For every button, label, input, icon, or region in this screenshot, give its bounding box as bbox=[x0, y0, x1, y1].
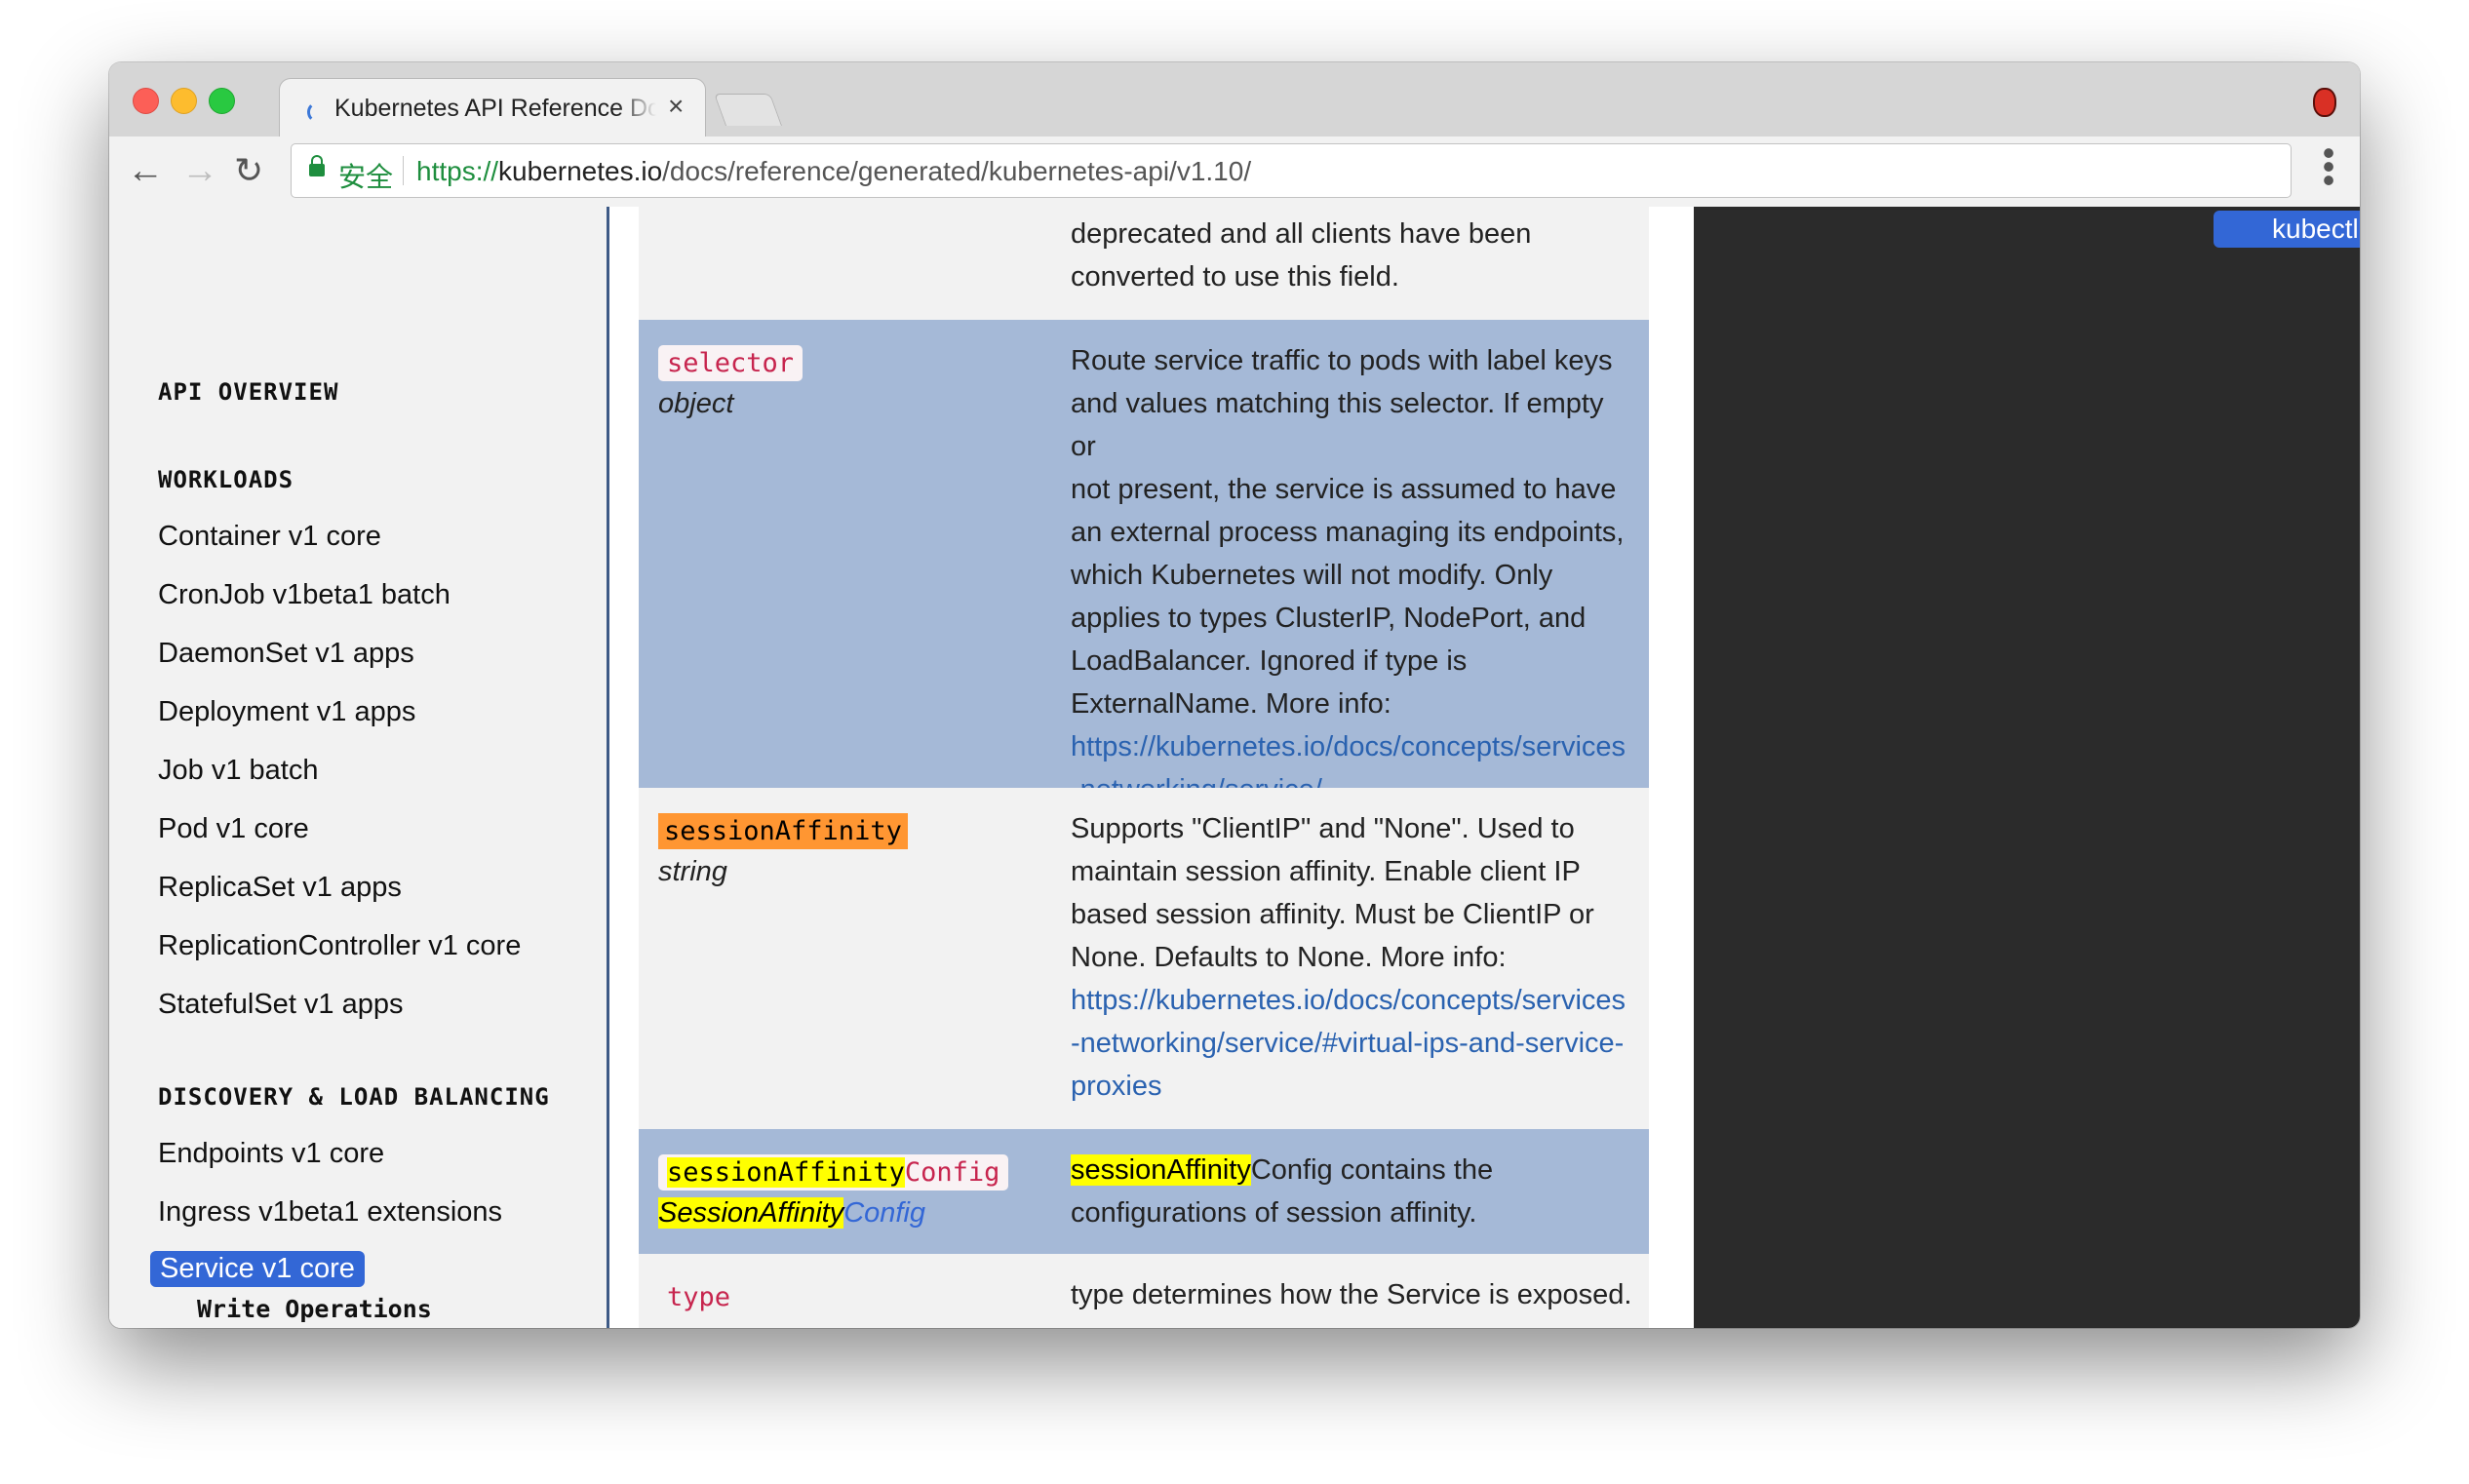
field-description: type determines how the Service is expos… bbox=[1071, 1273, 1636, 1316]
sidebar-item-statefulset[interactable]: StatefulSet v1 apps bbox=[158, 989, 404, 1021]
address-bar[interactable]: 安全 https://kubernetes.io/docs/reference/… bbox=[291, 143, 2292, 198]
sidebar-item-endpoints[interactable]: Endpoints v1 core bbox=[158, 1138, 384, 1170]
sidebar-item-service-active[interactable]: Service v1 core bbox=[150, 1251, 365, 1287]
field-description: sessionAffinityConfig contains the confi… bbox=[1071, 1149, 1636, 1234]
secure-label: 安全 bbox=[338, 162, 394, 192]
sidebar-item-daemonset[interactable]: DaemonSet v1 apps bbox=[158, 638, 414, 670]
description-line: not present, the service is assumed to h… bbox=[1071, 474, 1617, 505]
description-line: applies to types ClusterIP, NodePort, an… bbox=[1071, 603, 1587, 634]
url-scheme: https:// bbox=[416, 156, 499, 186]
description-line: ExternalName. More info: bbox=[1071, 688, 1391, 720]
description-line: based session affinity. Must be ClientIP… bbox=[1071, 899, 1594, 930]
field-name-session-affinity-config: sessionAffinityConfig bbox=[658, 1154, 1009, 1191]
sidebar-heading-workloads[interactable]: WORKLOADS bbox=[158, 466, 294, 493]
description-text: Config contains the bbox=[1250, 1154, 1494, 1186]
browser-toolbar: ← → ↻ 安全 https://kubernetes.io/docs/refe… bbox=[109, 136, 2360, 208]
search-highlight: SessionAffinity bbox=[658, 1197, 844, 1229]
extension-icon[interactable] bbox=[2313, 88, 2336, 117]
browser-tab[interactable]: Kubernetes API Reference Doc × bbox=[279, 78, 706, 139]
field-row-previous: deprecated and all clients have been con… bbox=[639, 207, 1649, 320]
description-line: configurations of session affinity. bbox=[1071, 1197, 1477, 1229]
description-line: sessionAffinityConfig contains the bbox=[1071, 1149, 1636, 1191]
loading-spinner-icon bbox=[307, 101, 329, 123]
maximize-window-button[interactable] bbox=[209, 88, 235, 114]
lock-icon bbox=[309, 155, 325, 176]
description-line: an external process managing its endpoin… bbox=[1071, 517, 1625, 548]
field-type: object bbox=[658, 388, 734, 419]
description-line: None. Defaults to None. More info: bbox=[1071, 942, 1507, 973]
tab-close-icon[interactable]: × bbox=[668, 91, 684, 122]
field-description: Supports "ClientIP" and "None". Used to … bbox=[1071, 807, 1636, 1108]
description-line: and values matching this selector. If em… bbox=[1071, 388, 1604, 462]
reload-icon[interactable]: ↻ bbox=[234, 146, 263, 195]
field-row-session-affinity-config: sessionAffinityConfig SessionAffinityCon… bbox=[639, 1129, 1649, 1254]
field-type-link[interactable]: SessionAffinityConfig bbox=[658, 1197, 925, 1230]
field-type: string bbox=[658, 856, 727, 887]
sidebar-item-replicaset[interactable]: ReplicaSet v1 apps bbox=[158, 872, 402, 904]
virtual-ips-docs-link[interactable]: -networking/service/#virtual-ips-and-ser… bbox=[1071, 1022, 1636, 1065]
description-line: LoadBalancer. Ignored if type is bbox=[1071, 645, 1468, 677]
field-row-session-affinity: sessionAffinity string Supports "ClientI… bbox=[639, 788, 1649, 1129]
sidebar-item-container[interactable]: Container v1 core bbox=[158, 521, 381, 553]
forward-arrow-icon[interactable]: → bbox=[181, 146, 218, 195]
virtual-ips-docs-link[interactable]: https://kubernetes.io/docs/concepts/serv… bbox=[1071, 979, 1636, 1022]
back-arrow-icon[interactable]: ← bbox=[127, 146, 164, 195]
sidebar-nav: API OVERVIEW WORKLOADS Container v1 core… bbox=[109, 207, 609, 1328]
examples-panel: kubectl bbox=[1694, 207, 2360, 1328]
field-row-selector: selector object Route service traffic to… bbox=[639, 320, 1649, 805]
address-divider bbox=[403, 156, 404, 185]
description-line: Supports "ClientIP" and "None". Used to bbox=[1071, 813, 1575, 844]
kubectl-tab[interactable]: kubectl bbox=[2214, 211, 2360, 248]
description-line: which Kubernetes will not modify. Only bbox=[1071, 560, 1553, 591]
url-path: /docs/reference/generated/kubernetes-api… bbox=[662, 156, 1252, 186]
field-name-suffix: Config bbox=[904, 1157, 1000, 1188]
field-name-session-affinity: sessionAffinity bbox=[658, 813, 908, 849]
sidebar-item-pod[interactable]: Pod v1 core bbox=[158, 813, 309, 845]
sidebar-heading-api-overview[interactable]: API OVERVIEW bbox=[158, 378, 338, 406]
field-name-type: type bbox=[667, 1282, 731, 1312]
type-link-suffix[interactable]: Config bbox=[843, 1197, 925, 1229]
description-line: maintain session affinity. Enable client… bbox=[1071, 856, 1581, 887]
description-line: deprecated and all clients have been bbox=[1071, 218, 1532, 250]
search-highlight: sessionAffinity bbox=[1071, 1154, 1251, 1186]
service-docs-link[interactable]: https://kubernetes.io/docs/concepts/serv… bbox=[1071, 725, 1636, 768]
sidebar-item-cronjob[interactable]: CronJob v1beta1 batch bbox=[158, 579, 451, 611]
close-window-button[interactable] bbox=[133, 88, 159, 114]
sidebar-heading-discovery[interactable]: DISCOVERY & LOAD BALANCING bbox=[158, 1083, 550, 1111]
main-doc-area: deprecated and all clients have been con… bbox=[609, 207, 1694, 1328]
sidebar-subitem-write-operations[interactable]: Write Operations bbox=[197, 1295, 432, 1323]
description-line: type determines how the Service is expos… bbox=[1071, 1279, 1632, 1310]
url-text[interactable]: https://kubernetes.io/docs/reference/gen… bbox=[416, 156, 1251, 187]
sidebar-item-job[interactable]: Job v1 batch bbox=[158, 755, 318, 787]
url-host: kubernetes.io bbox=[498, 156, 663, 186]
field-name-selector: selector bbox=[658, 345, 803, 381]
description-line: converted to use this field. bbox=[1071, 261, 1399, 293]
new-tab-button[interactable] bbox=[713, 94, 783, 126]
tab-strip: Kubernetes API Reference Doc × bbox=[109, 62, 2360, 139]
browser-window: Kubernetes API Reference Doc × ← → ↻ 安全 … bbox=[109, 62, 2360, 1328]
virtual-ips-docs-link[interactable]: proxies bbox=[1071, 1065, 1636, 1108]
sidebar-item-deployment[interactable]: Deployment v1 apps bbox=[158, 696, 415, 728]
field-description: Route service traffic to pods with label… bbox=[1071, 339, 1636, 811]
field-row-type: type type determines how the Service is … bbox=[639, 1254, 1649, 1328]
sidebar-item-ingress[interactable]: Ingress v1beta1 extensions bbox=[158, 1196, 502, 1229]
sidebar-item-replicationcontroller[interactable]: ReplicationController v1 core bbox=[158, 930, 521, 962]
field-description: deprecated and all clients have been con… bbox=[1071, 213, 1636, 298]
description-line: Route service traffic to pods with label… bbox=[1071, 345, 1613, 376]
page-content: API OVERVIEW WORKLOADS Container v1 core… bbox=[109, 207, 2360, 1328]
search-highlight: sessionAffinity bbox=[667, 1157, 905, 1188]
browser-menu-icon[interactable]: • • • bbox=[2319, 136, 2338, 198]
minimize-window-button[interactable] bbox=[171, 88, 197, 114]
tab-title: Kubernetes API Reference Doc bbox=[334, 95, 656, 122]
